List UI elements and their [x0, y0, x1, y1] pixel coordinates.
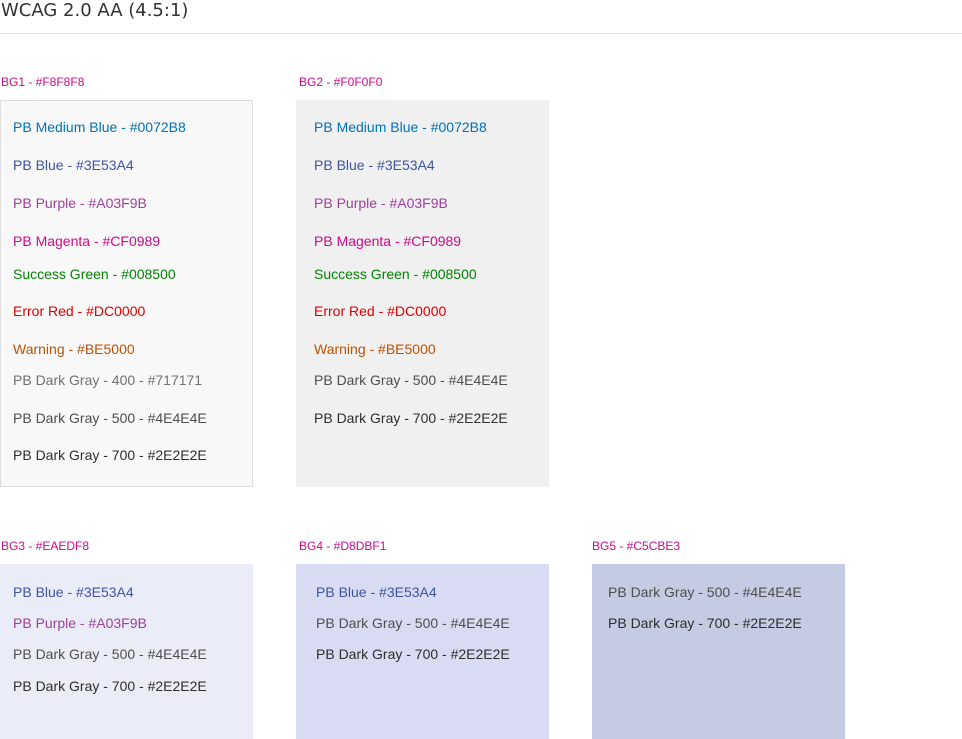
color-sample-success-green: Success Green - #008500: [13, 266, 176, 282]
color-sample-gray-700: PB Dark Gray - 700 - #2E2E2E: [608, 615, 802, 631]
color-sample-pb-magenta: PB Magenta - #CF0989: [314, 233, 462, 249]
bg3-label: BG3 - #EAEDF8: [1, 539, 90, 553]
color-sample-success-green: Success Green - #008500: [314, 266, 477, 282]
bg2-swatch: PB Medium Blue - #0072B8 PB Blue - #3E53…: [296, 100, 549, 487]
bg1-swatch: PB Medium Blue - #0072B8 PB Blue - #3E53…: [0, 100, 253, 487]
color-sample-gray-700: PB Dark Gray - 700 - #2E2E2E: [316, 646, 510, 662]
color-sample-gray-500: PB Dark Gray - 500 - #4E4E4E: [314, 372, 508, 388]
bg5-label: BG5 - #C5CBE3: [592, 539, 681, 553]
color-sample-pb-blue: PB Blue - #3E53A4: [13, 157, 134, 173]
color-sample-pb-magenta: PB Magenta - #CF0989: [13, 233, 161, 249]
color-sample-pb-purple: PB Purple - #A03F9B: [13, 615, 147, 631]
color-sample-gray-700: PB Dark Gray - 700 - #2E2E2E: [13, 678, 207, 694]
color-sample-pb-blue: PB Blue - #3E53A4: [314, 157, 435, 173]
color-sample-gray-500: PB Dark Gray - 500 - #4E4E4E: [13, 410, 207, 426]
bg4-swatch: PB Blue - #3E53A4 PB Dark Gray - 500 - #…: [296, 564, 549, 739]
color-sample-gray-700: PB Dark Gray - 700 - #2E2E2E: [314, 410, 508, 426]
color-sample-gray-400: PB Dark Gray - 400 - #717171: [13, 372, 203, 388]
bg4-label: BG4 - #D8DBF1: [299, 539, 387, 553]
color-sample-gray-700: PB Dark Gray - 700 - #2E2E2E: [13, 447, 207, 463]
color-sample-gray-500: PB Dark Gray - 500 - #4E4E4E: [316, 615, 510, 631]
color-sample-pb-medium-blue: PB Medium Blue - #0072B8: [13, 119, 186, 135]
bg1-label: BG1 - #F8F8F8: [1, 75, 85, 89]
color-sample-error-red: Error Red - #DC0000: [314, 303, 447, 319]
color-sample-pb-blue: PB Blue - #3E53A4: [316, 584, 437, 600]
bg5-swatch: PB Dark Gray - 500 - #4E4E4E PB Dark Gra…: [592, 564, 845, 739]
page-title: WCAG 2.0 AA (4.5:1): [1, 0, 189, 21]
color-sample-gray-500: PB Dark Gray - 500 - #4E4E4E: [608, 584, 802, 600]
color-sample-pb-purple: PB Purple - #A03F9B: [13, 195, 147, 211]
color-sample-error-red: Error Red - #DC0000: [13, 303, 146, 319]
color-sample-warning: Warning - #BE5000: [13, 341, 135, 357]
color-sample-warning: Warning - #BE5000: [314, 341, 436, 357]
color-sample-gray-500: PB Dark Gray - 500 - #4E4E4E: [13, 646, 207, 662]
color-sample-pb-medium-blue: PB Medium Blue - #0072B8: [314, 119, 487, 135]
bg3-swatch: PB Blue - #3E53A4 PB Purple - #A03F9B PB…: [0, 564, 253, 739]
page-title-bar: WCAG 2.0 AA (4.5:1): [0, 0, 962, 34]
color-sample-pb-blue: PB Blue - #3E53A4: [13, 584, 134, 600]
color-sample-pb-purple: PB Purple - #A03F9B: [314, 195, 448, 211]
bg2-label: BG2 - #F0F0F0: [299, 75, 383, 89]
